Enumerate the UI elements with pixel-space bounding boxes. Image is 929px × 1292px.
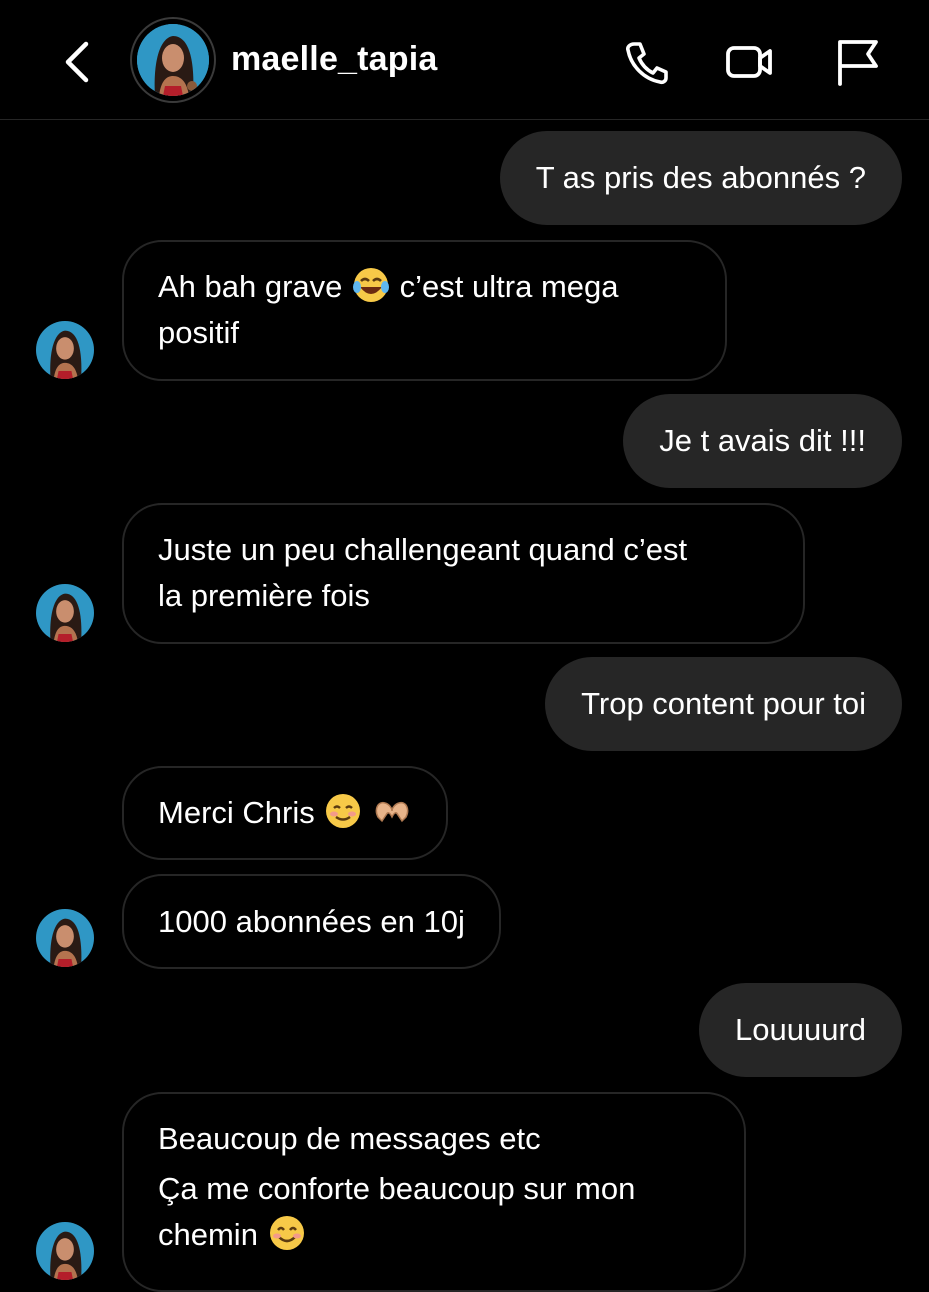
smiling-face-icon bbox=[326, 794, 361, 828]
chat-header: maelle_tapia bbox=[0, 0, 929, 120]
message-text: 1000 abonnées en 10j bbox=[158, 904, 465, 939]
sender-avatar[interactable] bbox=[36, 909, 94, 967]
avatar-image bbox=[36, 584, 94, 642]
video-camera-icon bbox=[726, 46, 772, 78]
message-text: Juste un peu challengeant quand c’est bbox=[158, 532, 688, 567]
message-outgoing[interactable]: Trop content pour toi bbox=[545, 657, 902, 751]
message-text: positif bbox=[158, 315, 239, 350]
message-text: Louuuurd bbox=[734, 1012, 866, 1047]
message-text: Merci Chris bbox=[158, 795, 315, 830]
avatar-image bbox=[36, 909, 94, 967]
avatar-image bbox=[137, 24, 209, 96]
message-text: Ça me conforte beaucoup sur mon bbox=[158, 1171, 636, 1206]
flag-icon bbox=[838, 40, 878, 86]
sender-avatar[interactable] bbox=[36, 584, 94, 642]
chat-username[interactable]: maelle_tapia bbox=[231, 40, 438, 79]
smiling-face-with-smiling-eyes-icon bbox=[269, 1216, 304, 1250]
message-incoming[interactable]: Juste un peu challengeant quand c’est la… bbox=[122, 503, 805, 644]
avatar-image bbox=[36, 1222, 94, 1280]
message-incoming[interactable]: Ah bah grave c’est ultra mega positif bbox=[122, 240, 727, 381]
call-button[interactable] bbox=[620, 36, 672, 88]
sender-avatar[interactable] bbox=[36, 321, 94, 379]
message-text: Je t avais dit !!! bbox=[659, 423, 866, 458]
profile-avatar[interactable] bbox=[130, 17, 216, 103]
message-text: Beaucoup de messages etc bbox=[158, 1121, 541, 1156]
avatar-image bbox=[36, 321, 94, 379]
message-incoming[interactable]: Merci Chris bbox=[122, 766, 448, 860]
message-outgoing[interactable]: Je t avais dit !!! bbox=[623, 394, 902, 488]
back-button[interactable] bbox=[58, 38, 98, 86]
message-text: T as pris des abonnés ? bbox=[535, 160, 866, 195]
message-outgoing[interactable]: Louuuurd bbox=[698, 983, 902, 1077]
message-text: chemin bbox=[158, 1217, 258, 1252]
face-with-tears-of-joy-icon bbox=[353, 268, 390, 302]
chevron-left-icon bbox=[65, 41, 89, 83]
message-incoming[interactable]: Beaucoup de messages etc Ça me conforte … bbox=[122, 1092, 746, 1292]
message-incoming[interactable]: 1000 abonnées en 10j bbox=[122, 874, 501, 969]
sender-avatar[interactable] bbox=[36, 1222, 94, 1280]
message-text: la première fois bbox=[158, 578, 370, 613]
heart-hands-icon bbox=[375, 801, 409, 823]
video-call-button[interactable] bbox=[724, 36, 776, 88]
phone-icon bbox=[626, 42, 668, 85]
message-text: c’est ultra mega bbox=[399, 269, 619, 304]
message-text: Trop content pour toi bbox=[581, 686, 866, 721]
report-button[interactable] bbox=[832, 36, 884, 88]
message-text: Ah bah grave bbox=[158, 269, 343, 304]
message-outgoing[interactable]: T as pris des abonnés ? bbox=[499, 131, 902, 225]
